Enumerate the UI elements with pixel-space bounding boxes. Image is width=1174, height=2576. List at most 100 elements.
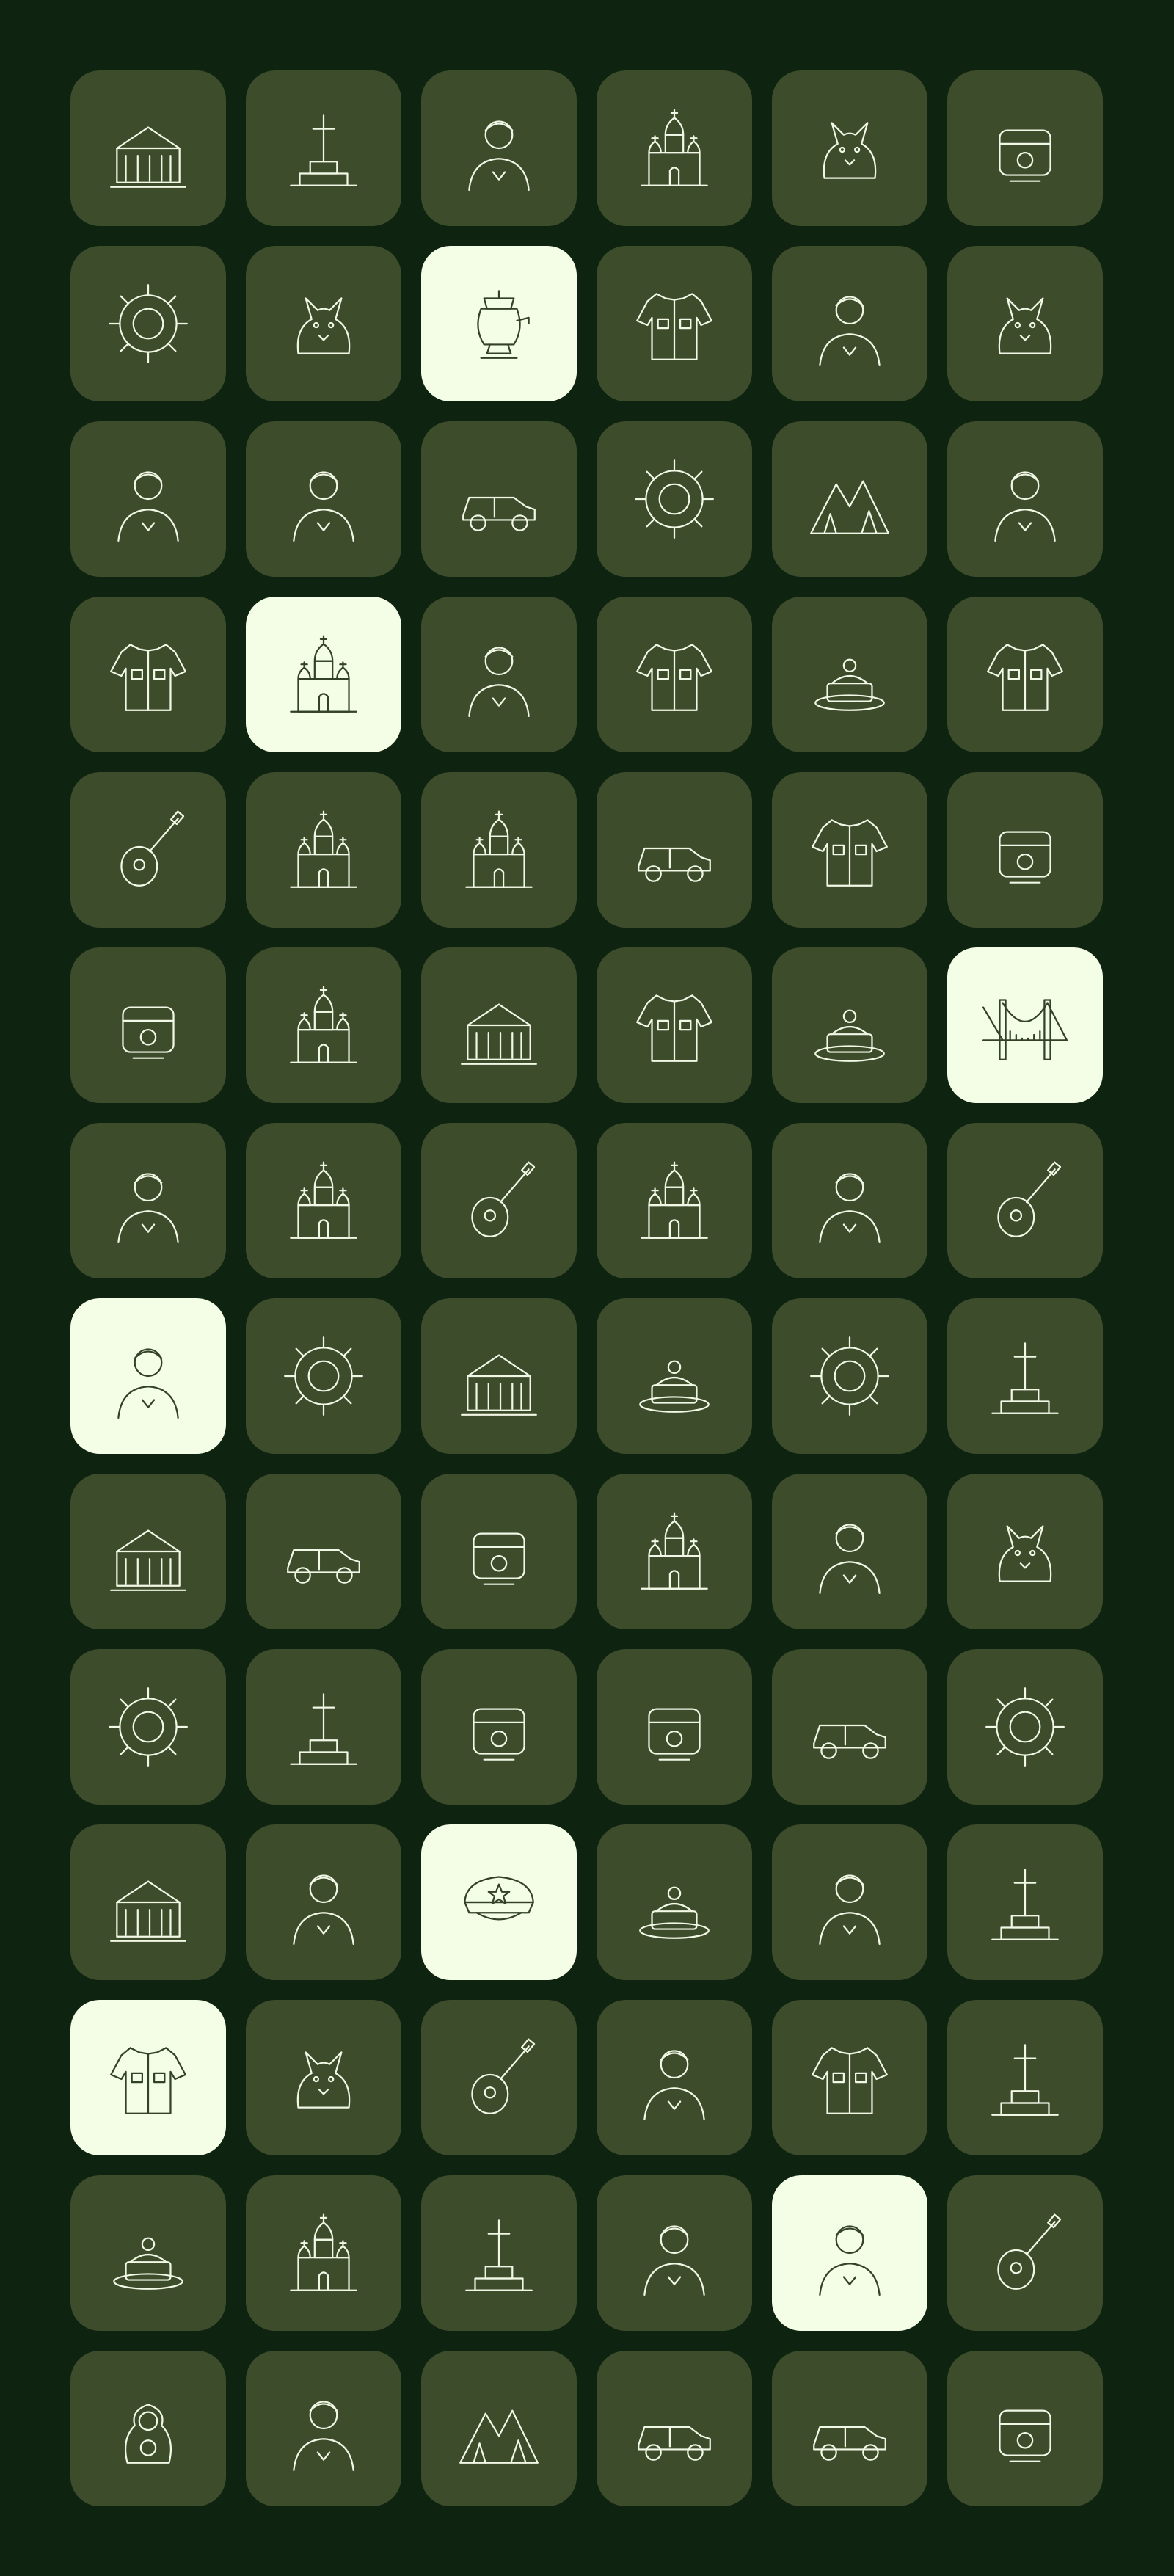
chalice-icon [122, 1006, 175, 1059]
icon-tile[interactable] [70, 2000, 226, 2155]
icon-tile[interactable] [246, 1474, 401, 1629]
man-hood-icon [293, 2401, 354, 2471]
icon-tile[interactable] [597, 1649, 752, 1805]
bonfire-icon [459, 2409, 539, 2464]
icon-tile[interactable] [421, 1474, 577, 1629]
icon-tile[interactable] [421, 1649, 577, 1805]
icon-tile[interactable] [70, 597, 226, 752]
icon-tile[interactable] [70, 1824, 226, 1980]
icon-tile[interactable] [70, 772, 226, 928]
beer-tap-mug-icon [473, 1708, 525, 1761]
icon-tile[interactable] [246, 1298, 401, 1454]
icon-tile[interactable] [947, 1649, 1103, 1805]
icon-tile[interactable] [246, 2000, 401, 2155]
icon-tile[interactable] [70, 947, 226, 1103]
icon-tile[interactable] [246, 246, 401, 401]
icon-tile[interactable] [772, 1824, 927, 1980]
icon-tile[interactable] [246, 2175, 401, 2331]
ballerina-icon [117, 471, 179, 542]
icon-tile[interactable] [597, 246, 752, 401]
icon-tile[interactable] [772, 1474, 927, 1629]
icon-tile[interactable] [597, 1824, 752, 1980]
icon-tile[interactable] [70, 2175, 226, 2331]
icon-tile[interactable] [772, 1123, 927, 1278]
icon-tile[interactable] [772, 1649, 927, 1805]
icon-tile[interactable] [772, 2351, 927, 2506]
icon-tile[interactable] [947, 246, 1103, 401]
icon-tile[interactable] [947, 1824, 1103, 1980]
government-building-icon [110, 1529, 186, 1591]
icon-tile[interactable] [421, 246, 577, 401]
icon-tile[interactable] [772, 597, 927, 752]
icon-tile[interactable] [421, 1824, 577, 1980]
icon-tile[interactable] [246, 1824, 401, 1980]
icon-tile[interactable] [947, 421, 1103, 577]
icon-tile[interactable] [421, 2351, 577, 2506]
icon-tile[interactable] [597, 2000, 752, 2155]
icon-tile[interactable] [597, 947, 752, 1103]
icon-tile[interactable] [772, 246, 927, 401]
samovar-icon [477, 290, 530, 359]
icon-tile[interactable] [772, 1298, 927, 1454]
icon-tile[interactable] [597, 70, 752, 226]
icon-tile[interactable] [597, 2175, 752, 2331]
icon-tile[interactable] [597, 2351, 752, 2506]
viking-ship-icon [638, 847, 711, 882]
icon-tile[interactable] [947, 2175, 1103, 2331]
icon-tile[interactable] [246, 772, 401, 928]
icon-tile[interactable] [597, 1123, 752, 1278]
icon-tile[interactable] [421, 1123, 577, 1278]
bridge-icon [982, 999, 1068, 1060]
man-cap-icon [117, 1173, 179, 1243]
icon-tile[interactable] [947, 772, 1103, 928]
icon-tile[interactable] [772, 70, 927, 226]
icon-tile[interactable] [947, 1298, 1103, 1454]
icon-tile[interactable] [772, 2000, 927, 2155]
icon-tile[interactable] [772, 772, 927, 928]
icon-tile[interactable] [597, 1474, 752, 1629]
spinning-wheel-icon [985, 1687, 1065, 1767]
icon-tile[interactable] [947, 70, 1103, 226]
icon-tile[interactable] [70, 2351, 226, 2506]
icon-tile[interactable] [70, 1298, 226, 1454]
icon-tile[interactable] [421, 2000, 577, 2155]
icon-tile[interactable] [597, 772, 752, 928]
icon-tile[interactable] [772, 421, 927, 577]
icon-tile[interactable] [246, 70, 401, 226]
icon-tile[interactable] [947, 947, 1103, 1103]
icon-tile[interactable] [947, 2000, 1103, 2155]
icon-tile[interactable] [70, 70, 226, 226]
icon-tile[interactable] [70, 421, 226, 577]
icon-tile[interactable] [421, 772, 577, 928]
icon-tile[interactable] [597, 1298, 752, 1454]
icon-tile[interactable] [70, 1649, 226, 1805]
icon-tile[interactable] [246, 947, 401, 1103]
icon-tile[interactable] [70, 246, 226, 401]
icon-tile[interactable] [947, 2351, 1103, 2506]
icon-tile[interactable] [246, 1123, 401, 1278]
icon-tile[interactable] [70, 1474, 226, 1629]
icon-tile[interactable] [947, 1474, 1103, 1629]
icon-tile[interactable] [421, 597, 577, 752]
icon-tile[interactable] [772, 2175, 927, 2331]
drawbridge-icon [991, 1342, 1059, 1414]
spasskaya-tower-icon [290, 1693, 357, 1765]
icon-tile[interactable] [947, 597, 1103, 752]
icon-tile[interactable] [421, 70, 577, 226]
icon-tile[interactable] [246, 421, 401, 577]
icon-tile[interactable] [246, 597, 401, 752]
icon-tile[interactable] [772, 947, 927, 1103]
icon-tile[interactable] [421, 421, 577, 577]
icon-tile[interactable] [421, 2175, 577, 2331]
maracas-icon [471, 1161, 536, 1237]
icon-tile[interactable] [246, 1649, 401, 1805]
icon-tile[interactable] [246, 2351, 401, 2506]
patterned-scarf-icon [812, 2047, 888, 2114]
icon-tile[interactable] [597, 421, 752, 577]
icon-tile[interactable] [597, 597, 752, 752]
fox-snow-icon [296, 2051, 351, 2109]
icon-tile[interactable] [70, 1123, 226, 1278]
icon-tile[interactable] [421, 947, 577, 1103]
icon-tile[interactable] [947, 1123, 1103, 1278]
icon-tile[interactable] [421, 1298, 577, 1454]
